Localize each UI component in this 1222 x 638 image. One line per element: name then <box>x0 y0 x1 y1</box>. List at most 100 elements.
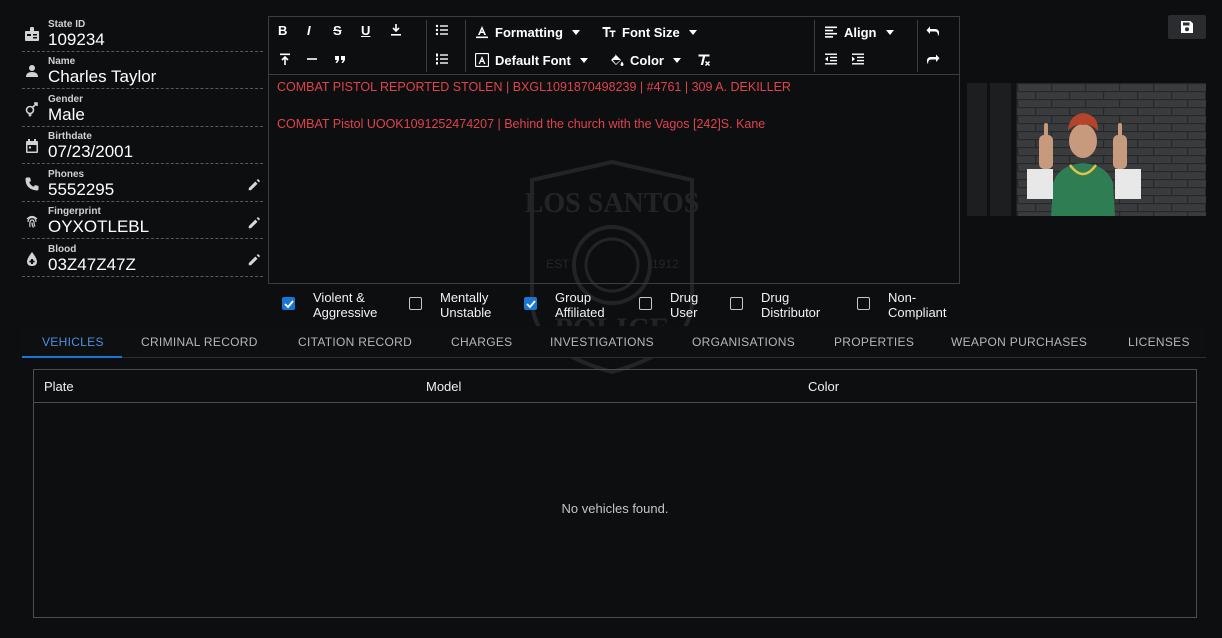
outdent-button[interactable] <box>824 48 838 70</box>
column-header-color[interactable]: Color <box>808 370 839 403</box>
superscript-button[interactable] <box>278 48 292 70</box>
phones-row: Phones 5552295 <box>22 164 263 202</box>
state-id-label: State ID <box>48 18 86 30</box>
floppy-disk-icon <box>1181 21 1193 33</box>
fingerprint-value: OYXOTLEBL <box>48 217 150 236</box>
profile-info-panel: State ID 109234 Name Charles Taylor Gend… <box>22 14 263 277</box>
editor-content[interactable]: COMBAT PISTOL REPORTED STOLEN | BXGL1091… <box>269 75 959 160</box>
notes-editor: B I S U Formatting Font Size Default Fon… <box>268 16 960 284</box>
underline-glyph: U <box>361 22 371 38</box>
edit-fingerprint-pencil-icon[interactable] <box>247 216 261 230</box>
strikethrough-button[interactable]: S <box>333 19 342 41</box>
underline-button[interactable]: U <box>361 19 370 41</box>
gender-icon <box>22 89 48 123</box>
tab-citation-record[interactable]: CITATION RECORD <box>298 326 412 358</box>
column-header-model[interactable]: Model <box>426 370 461 403</box>
horizontal-rule-icon <box>307 58 317 60</box>
vehicles-table: Plate Model Color No vehicles found. <box>33 369 1197 618</box>
edit-phones-pencil-icon[interactable] <box>247 178 261 192</box>
state-id-row: State ID 109234 <box>22 14 263 52</box>
calendar-icon <box>22 127 48 161</box>
superscript-icon <box>280 53 290 65</box>
birthdate-label: Birthdate <box>48 131 92 142</box>
checkbox-icon[interactable] <box>639 297 652 310</box>
align-left-icon <box>825 26 837 38</box>
column-header-plate[interactable]: Plate <box>44 370 74 403</box>
flag-mentally-unstable[interactable]: Mentally Unstable <box>409 290 491 320</box>
checkbox-icon[interactable] <box>409 297 422 310</box>
birthdate-row: Birthdate 07/23/2001 <box>22 127 263 164</box>
tab-criminal-record[interactable]: CRIMINAL RECORD <box>141 326 258 358</box>
mugshot-photo <box>967 83 1206 216</box>
redo-button[interactable] <box>926 48 940 70</box>
tab-vehicles[interactable]: VEHICLES <box>42 326 104 358</box>
font-size-icon <box>602 27 616 37</box>
phones-label: Phones <box>48 168 85 180</box>
flag-label: Drug Distributor <box>761 290 821 320</box>
italic-button[interactable]: I <box>307 19 311 41</box>
font-family-dropdown[interactable]: Default Font <box>475 49 588 71</box>
indent-button[interactable] <box>851 48 865 70</box>
flag-violent-aggressive[interactable]: Violent & Aggressive <box>282 290 377 320</box>
note-line-2: COMBAT Pistol UOOK1091252474207 | Behind… <box>277 116 766 131</box>
numbered-list-button[interactable] <box>435 48 449 70</box>
tab-properties[interactable]: PROPERTIES <box>834 326 914 358</box>
tab-organisations[interactable]: ORGANISATIONS <box>692 326 795 358</box>
record-tabs: VEHICLES CRIMINAL RECORD CITATION RECORD… <box>22 326 1206 358</box>
tab-licenses[interactable]: LICENSES <box>1128 326 1190 358</box>
blockquote-button[interactable] <box>333 48 347 70</box>
birthdate-value: 07/23/2001 <box>48 142 134 161</box>
checkbox-icon[interactable] <box>730 297 743 310</box>
formatting-dropdown[interactable]: Formatting <box>475 21 580 43</box>
numbered-list-icon <box>436 53 448 65</box>
flag-label: Non- Compliant <box>888 290 947 320</box>
tab-weapon-purchases[interactable]: WEAPON PURCHASES <box>951 326 1087 358</box>
flag-drug-user[interactable]: Drug User <box>639 290 698 320</box>
color-dropdown[interactable]: Color <box>610 49 681 71</box>
horizontal-rule-button[interactable] <box>305 48 319 70</box>
align-label: Align <box>844 24 877 40</box>
flag-group-affiliated[interactable]: Group Affiliated <box>524 290 605 320</box>
tab-charges[interactable]: CHARGES <box>451 326 512 358</box>
subscript-button[interactable] <box>389 19 403 41</box>
flags-row: Violent & Aggressive Mentally Unstable G… <box>280 290 980 322</box>
color-label: Color <box>630 52 664 68</box>
state-id-value: 109234 <box>48 29 105 49</box>
indent-icon <box>852 53 864 65</box>
bullet-list-icon <box>435 24 448 36</box>
gender-row: Gender Male <box>22 89 263 127</box>
empty-table-message: No vehicles found. <box>561 501 669 516</box>
undo-icon <box>926 26 939 36</box>
edit-blood-pencil-icon[interactable] <box>247 253 261 267</box>
blood-drop-icon <box>22 239 48 273</box>
undo-button[interactable] <box>926 20 940 42</box>
bold-button[interactable]: B <box>278 19 287 41</box>
id-card-icon <box>22 14 48 48</box>
blood-value: 03Z47Z47Z <box>48 254 136 274</box>
flag-non-compliant[interactable]: Non- Compliant <box>857 290 947 320</box>
editor-toolbar: B I S U Formatting Font Size Default Fon… <box>269 17 959 75</box>
align-dropdown[interactable]: Align <box>824 21 894 43</box>
checkbox-checked-icon[interactable] <box>282 297 295 310</box>
quote-icon <box>335 56 345 63</box>
clear-format-button[interactable] <box>697 49 711 71</box>
redo-icon <box>927 54 940 64</box>
name-label: Name <box>48 56 76 67</box>
blood-row: Blood 03Z47Z47Z <box>22 239 263 277</box>
flag-drug-distributor[interactable]: Drug Distributor <box>730 290 820 320</box>
strikethrough-glyph: S <box>333 22 342 38</box>
checkbox-checked-icon[interactable] <box>524 297 537 310</box>
font-size-dropdown[interactable]: Font Size <box>602 21 697 43</box>
fingerprint-icon <box>22 202 48 236</box>
name-value: Charles Taylor <box>48 67 157 86</box>
tab-investigations[interactable]: INVESTIGATIONS <box>550 326 654 358</box>
flag-label: Group Affiliated <box>555 290 605 320</box>
formatting-label: Formatting <box>495 24 563 40</box>
checkbox-icon[interactable] <box>857 297 870 310</box>
subscript-icon <box>391 24 401 36</box>
save-button[interactable] <box>1168 15 1206 39</box>
text-format-icon <box>476 26 488 39</box>
font-size-label: Font Size <box>622 24 680 40</box>
flag-label: Violent & Aggressive <box>313 290 378 320</box>
bullet-list-button[interactable] <box>435 19 449 41</box>
